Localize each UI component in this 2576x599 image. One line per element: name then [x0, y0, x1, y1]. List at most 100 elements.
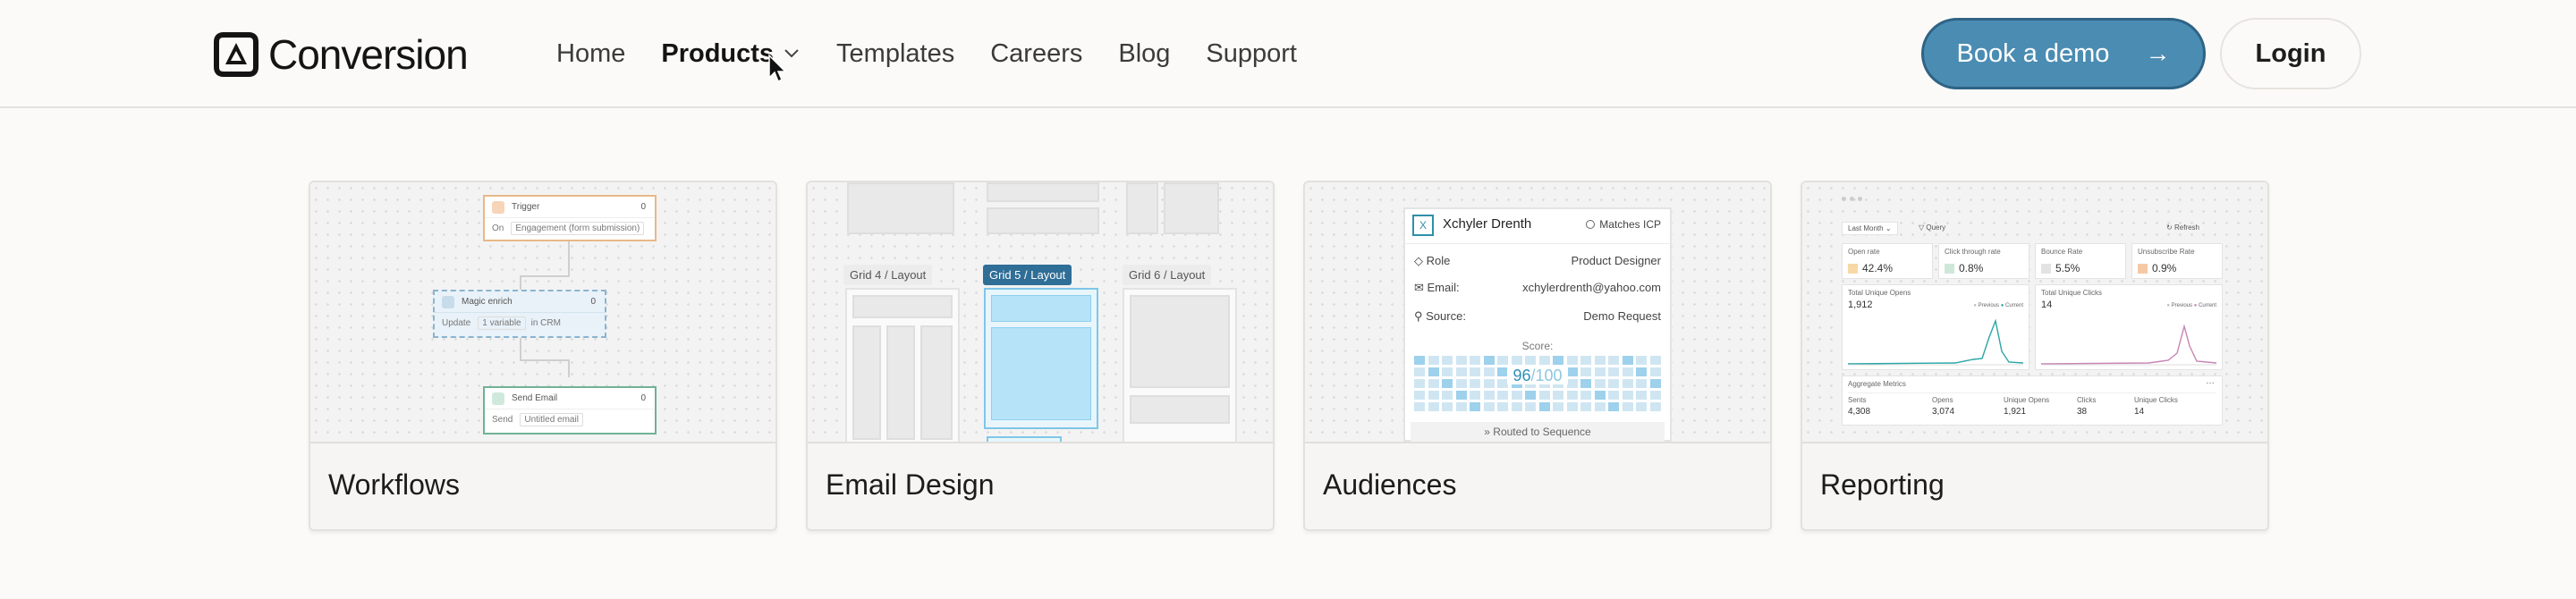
trigger-icon [492, 200, 504, 214]
score-cell [1566, 402, 1578, 411]
score-cell [1525, 391, 1536, 400]
avatar: X [1412, 215, 1434, 236]
score-cell [1470, 402, 1480, 411]
score-cell [1538, 402, 1550, 411]
sparkle-icon [442, 295, 454, 308]
main-nav: Home Products Templates Careers Blog Sup… [556, 36, 1333, 72]
score-cell [1470, 356, 1480, 365]
routed-banner: » Routed to Sequence [1411, 422, 1665, 442]
mouse-pointer-icon [768, 54, 787, 83]
score-cell [1594, 391, 1606, 400]
score-cell [1566, 356, 1578, 365]
contact-row-source: ⚲ Source: Demo Request [1414, 309, 1661, 323]
score-cell [1470, 391, 1480, 400]
score-value: 96/100 [1405, 367, 1670, 385]
score-cell [1497, 402, 1508, 411]
score-cell [1622, 356, 1633, 365]
nav-home[interactable]: Home [556, 39, 625, 69]
icp-badge: Matches ICP [1586, 218, 1661, 231]
score-cell [1525, 356, 1536, 365]
score-cell [1428, 402, 1439, 411]
contact-name: Xchyler Drenth [1443, 216, 1532, 232]
score-cell [1649, 391, 1661, 400]
score-cell [1649, 356, 1661, 365]
score-cell [1636, 356, 1647, 365]
contact-panel: X Xchyler Drenth Matches ICP ◇ Role Prod… [1403, 207, 1672, 442]
product-card-workflows[interactable]: Trigger 0 On Engagement (form submission) … [309, 181, 777, 531]
grid-6-layout-frame [1123, 288, 1237, 442]
mail-icon: ✉ [1414, 281, 1428, 294]
conversion-logo-icon [214, 32, 258, 77]
nav-blog[interactable]: Blog [1118, 39, 1170, 69]
reporting-preview: Last Month ⌄ ▽ Query ↻ Refresh Open rate… [1802, 182, 2267, 443]
target-icon [1586, 220, 1596, 229]
score-cell [1455, 356, 1467, 365]
card-title-audiences: Audiences [1323, 468, 1457, 501]
score-cell [1442, 391, 1453, 400]
book-demo-button[interactable]: Book a demo → [1921, 18, 2206, 89]
metric-open-rate: Open rate 42.4% [1842, 243, 1933, 279]
email-design-preview: Grid 4 / Layout Grid 5 / Layout Grid 6 /… [808, 182, 1273, 443]
product-card-audiences[interactable]: X Xchyler Drenth Matches ICP ◇ Role Prod… [1303, 181, 1772, 531]
nav-products-label: Products [661, 38, 775, 68]
contact-row-role: ◇ Role Product Designer [1414, 254, 1661, 267]
date-filter: Last Month ⌄ [1842, 222, 1898, 235]
score-cell [1511, 356, 1522, 365]
score-cell [1580, 356, 1591, 365]
card-title-reporting: Reporting [1820, 468, 1945, 501]
query-filter: ▽ Query [1919, 224, 1946, 232]
score-cell [1525, 402, 1536, 411]
score-cell [1636, 402, 1647, 411]
score-cell [1649, 402, 1661, 411]
score-cell [1497, 391, 1508, 400]
login-button[interactable]: Login [2220, 18, 2361, 89]
nav-templates[interactable]: Templates [836, 39, 954, 69]
score-cell [1483, 402, 1495, 411]
score-cell [1580, 391, 1591, 400]
card-title-email-design: Email Design [826, 468, 995, 501]
product-card-email-design[interactable]: Grid 4 / Layout Grid 5 / Layout Grid 6 /… [806, 181, 1275, 531]
metric-click-through-rate: Click through rate 0.8% [1938, 243, 2029, 279]
brand-logo[interactable]: Conversion [213, 30, 469, 79]
score-cell [1428, 356, 1439, 365]
score-label: Score: [1521, 340, 1554, 352]
score-cell [1455, 391, 1467, 400]
score-cell [1455, 402, 1467, 411]
score-cell [1414, 391, 1425, 400]
score-cell [1553, 391, 1563, 400]
grid-4-layout-frame [845, 288, 960, 442]
contact-row-email: ✉ Email: xchylerdrenth@yahoo.com [1414, 281, 1661, 294]
grid-6-layout-tag: Grid 6 / Layout [1123, 265, 1212, 285]
link-icon: ⚲ [1414, 309, 1427, 323]
chevron-down-icon: ⌄ [1885, 224, 1892, 232]
site-header: Conversion Home Products Templates Caree… [0, 0, 2576, 108]
workflow-node-trigger: Trigger 0 On Engagement (form submission) [483, 195, 657, 241]
score-cell [1622, 391, 1633, 400]
arrow-right-icon: → [2145, 39, 2171, 67]
score-cell [1622, 402, 1633, 411]
score-cell [1594, 402, 1606, 411]
refresh-icon: ↻ [2166, 224, 2174, 232]
workflow-node-magic-enrich: Magic enrich 0 Update 1 variable in CRM [433, 290, 606, 338]
score-cell [1580, 402, 1591, 411]
chevrons-right-icon: » [1484, 426, 1494, 438]
tag-icon: ◇ [1414, 254, 1427, 267]
product-card-reporting[interactable]: Last Month ⌄ ▽ Query ↻ Refresh Open rate… [1801, 181, 2269, 531]
grid-5-layout-frame [984, 288, 1098, 429]
score-cell [1414, 356, 1425, 365]
score-cell [1428, 391, 1439, 400]
score-cell [1511, 391, 1522, 400]
workflow-node-send-email: Send Email 0 Send Untitled email [483, 386, 657, 434]
metric-unsubscribe-rate: Unsubscribe Rate 0.9% [2131, 243, 2223, 279]
nav-careers[interactable]: Careers [990, 39, 1082, 69]
score-cell [1608, 391, 1619, 400]
chart-unique-clicks: Total Unique Clicks 14 ● Previous ● Curr… [2035, 284, 2223, 370]
opens-sparkline [1848, 318, 2023, 366]
score-cell [1594, 356, 1606, 365]
card-title-workflows: Workflows [328, 468, 460, 501]
clicks-sparkline [2041, 324, 2216, 366]
nav-support[interactable]: Support [1206, 39, 1297, 69]
score-cell [1553, 356, 1563, 365]
score-cell [1511, 402, 1522, 411]
grid-4-layout-tag: Grid 4 / Layout [843, 265, 933, 285]
